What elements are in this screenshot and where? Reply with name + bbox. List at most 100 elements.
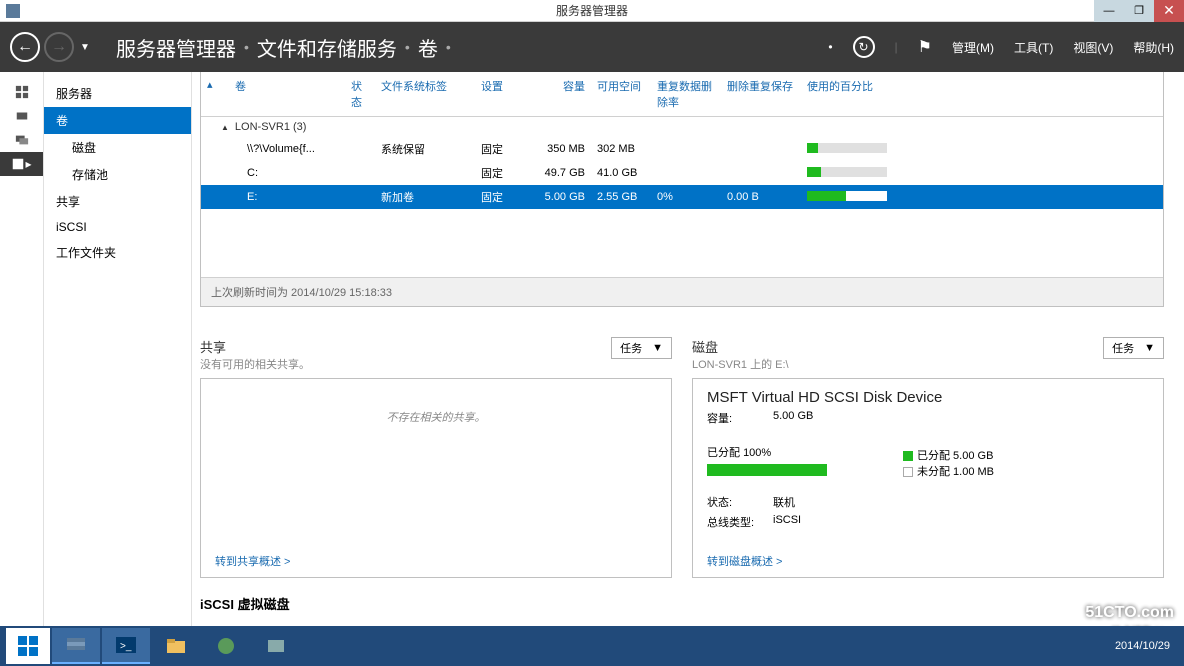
legend-allocated: 已分配 5.00 GB bbox=[917, 450, 993, 462]
col-percent[interactable]: 使用的百分比 bbox=[801, 76, 901, 112]
menu-tools[interactable]: 工具(T) bbox=[1014, 39, 1053, 56]
breadcrumb-current[interactable]: 卷 bbox=[418, 33, 438, 62]
flag-icon[interactable]: ⚑ bbox=[918, 37, 932, 57]
disk-panel: 磁盘 LON-SVR1 上的 E:\ 任务 ▼ MSFT Virtual HD S… bbox=[692, 337, 1164, 578]
cell-dedup bbox=[651, 147, 721, 151]
disk-legend: 已分配 5.00 GB 未分配 1.00 MB bbox=[903, 447, 994, 479]
disk-capacity-value: 5.00 GB bbox=[773, 410, 813, 426]
share-title: 共享 bbox=[200, 337, 310, 356]
volumes-body: LON-SVR1 (3) \\?\Volume{f...系统保留固定350 MB… bbox=[201, 117, 1163, 277]
disk-alloc-bar bbox=[707, 464, 827, 476]
cell-fs: 新加卷 bbox=[375, 187, 475, 207]
cell-pct bbox=[801, 165, 901, 182]
cell-free: 2.55 GB bbox=[591, 189, 651, 205]
cell-capacity: 350 MB bbox=[531, 141, 591, 157]
menu-help[interactable]: 帮助(H) bbox=[1133, 39, 1174, 56]
window-title: 服务器管理器 bbox=[556, 2, 628, 19]
cell-dedup bbox=[651, 171, 721, 175]
disk-subtitle: LON-SVR1 上的 E:\ bbox=[692, 356, 789, 372]
breadcrumb-section[interactable]: 文件和存储服务 bbox=[257, 33, 397, 62]
volume-group[interactable]: LON-SVR1 (3) bbox=[201, 117, 1163, 137]
header-bar: ← → ▼ 服务器管理器 • 文件和存储服务 • 卷 • • ↻ | ⚑ 管理(… bbox=[0, 22, 1184, 72]
chevron-icon: • bbox=[446, 39, 451, 55]
disk-device-name: MSFT Virtual HD SCSI Disk Device bbox=[707, 389, 1149, 406]
taskbar-app[interactable] bbox=[252, 628, 300, 664]
col-setup[interactable]: 设置 bbox=[475, 76, 531, 112]
volumes-panel: ▴ 卷 状态 文件系统标签 设置 容量 可用空间 重复数据删除率 删除重复保存 … bbox=[200, 72, 1164, 307]
taskbar-explorer[interactable] bbox=[152, 628, 200, 664]
menu-manage[interactable]: 管理(M) bbox=[952, 39, 994, 56]
chevron-icon: • bbox=[244, 39, 249, 55]
restore-button[interactable]: ❐ bbox=[1124, 0, 1154, 22]
cell-volume: \\?\Volume{f... bbox=[215, 141, 345, 157]
cell-dedup: 0% bbox=[651, 189, 721, 205]
cell-fs bbox=[375, 171, 475, 175]
cell-status bbox=[345, 195, 375, 199]
cell-pct bbox=[801, 141, 901, 158]
sidebar-item-volumes[interactable]: 卷 bbox=[44, 107, 191, 134]
nav-icon-file-services[interactable]: ▸ bbox=[0, 152, 43, 176]
volumes-footer: 上次刷新时间为 2014/10/29 15:18:33 bbox=[201, 277, 1163, 306]
col-fs-label[interactable]: 文件系统标签 bbox=[375, 76, 475, 112]
cell-status bbox=[345, 147, 375, 151]
nav-icon-all[interactable] bbox=[0, 128, 43, 152]
volume-row[interactable]: \\?\Volume{f...系统保留固定350 MB302 MB bbox=[201, 137, 1163, 161]
refresh-icon[interactable]: ↻ bbox=[853, 36, 875, 58]
sidebar-item-iscsi[interactable]: iSCSI bbox=[44, 215, 191, 239]
disk-tasks-dropdown[interactable]: 任务 ▼ bbox=[1103, 337, 1164, 359]
disk-capacity-label: 容量: bbox=[707, 410, 763, 426]
share-subtitle: 没有可用的相关共享。 bbox=[200, 356, 310, 372]
cell-free: 302 MB bbox=[591, 141, 651, 157]
header-right: • ↻ | ⚑ 管理(M) 工具(T) 视图(V) 帮助(H) bbox=[828, 36, 1174, 58]
chevron-icon: • bbox=[405, 39, 410, 55]
icon-column: ▸ bbox=[0, 72, 44, 626]
col-free[interactable]: 可用空间 bbox=[591, 76, 651, 112]
sidebar-item-servers[interactable]: 服务器 bbox=[44, 80, 191, 107]
disk-title: 磁盘 bbox=[692, 337, 789, 356]
taskbar-clock[interactable]: 2014/10/29 bbox=[1115, 640, 1178, 652]
share-panel: 共享 没有可用的相关共享。 任务▼ 不存在相关的共享。 转到共享概述 bbox=[200, 337, 672, 578]
col-dedup[interactable]: 重复数据删除率 bbox=[651, 76, 721, 112]
cell-capacity: 5.00 GB bbox=[531, 189, 591, 205]
volume-row[interactable]: C:固定49.7 GB41.0 GB bbox=[201, 161, 1163, 185]
disk-state-label: 状态: bbox=[707, 494, 763, 510]
menu-view[interactable]: 视图(V) bbox=[1073, 39, 1113, 56]
tasks-label: 任务 bbox=[620, 340, 642, 356]
sidebar-item-disks[interactable]: 磁盘 bbox=[44, 134, 191, 161]
start-button[interactable] bbox=[6, 628, 50, 664]
disk-state-value: 联机 bbox=[773, 494, 795, 510]
col-volume[interactable]: 卷 bbox=[215, 76, 345, 112]
col-status[interactable]: 状态 bbox=[345, 76, 375, 112]
taskbar-powershell[interactable]: >_ bbox=[102, 628, 150, 664]
col-capacity[interactable]: 容量 bbox=[531, 76, 591, 112]
disk-bus-value: iSCSI bbox=[773, 514, 801, 530]
share-tasks-dropdown[interactable]: 任务 ▼ bbox=[611, 337, 672, 359]
cell-setup: 固定 bbox=[475, 187, 531, 207]
tasks-label: 任务 bbox=[1112, 340, 1134, 356]
minimize-button[interactable]: — bbox=[1094, 0, 1124, 22]
nav-icon-dashboard[interactable] bbox=[0, 80, 43, 104]
close-button[interactable]: ✕ bbox=[1154, 0, 1184, 22]
nav-dropdown[interactable]: ▼ bbox=[78, 32, 92, 62]
forward-button[interactable]: → bbox=[44, 32, 74, 62]
taskbar-server-manager[interactable] bbox=[52, 628, 100, 664]
back-button[interactable]: ← bbox=[10, 32, 40, 62]
nav-icon-local[interactable] bbox=[0, 104, 43, 128]
col-dedup-save[interactable]: 删除重复保存 bbox=[721, 76, 801, 112]
share-overview-link[interactable]: 转到共享概述 bbox=[215, 553, 290, 569]
disk-overview-link[interactable]: 转到磁盘概述 bbox=[707, 553, 782, 569]
sidebar-item-shares[interactable]: 共享 bbox=[44, 188, 191, 215]
breadcrumb-root[interactable]: 服务器管理器 bbox=[116, 33, 236, 62]
sidebar-item-storage-pools[interactable]: 存储池 bbox=[44, 161, 191, 188]
cell-volume: E: bbox=[215, 189, 345, 205]
iscsi-title: iSCSI 虚拟磁盘 bbox=[200, 594, 1164, 613]
cell-setup: 固定 bbox=[475, 139, 531, 159]
volume-row[interactable]: E:新加卷固定5.00 GB2.55 GB0%0.00 B bbox=[201, 185, 1163, 209]
chevron-down-icon: ▼ bbox=[652, 342, 663, 354]
taskbar-starter[interactable] bbox=[202, 628, 250, 664]
sidebar-item-workfolders[interactable]: 工作文件夹 bbox=[44, 239, 191, 266]
cell-status bbox=[345, 171, 375, 175]
expand-column[interactable]: ▴ bbox=[201, 76, 215, 112]
chevron-down-icon: ▼ bbox=[1144, 342, 1155, 354]
divider: • bbox=[828, 40, 832, 54]
